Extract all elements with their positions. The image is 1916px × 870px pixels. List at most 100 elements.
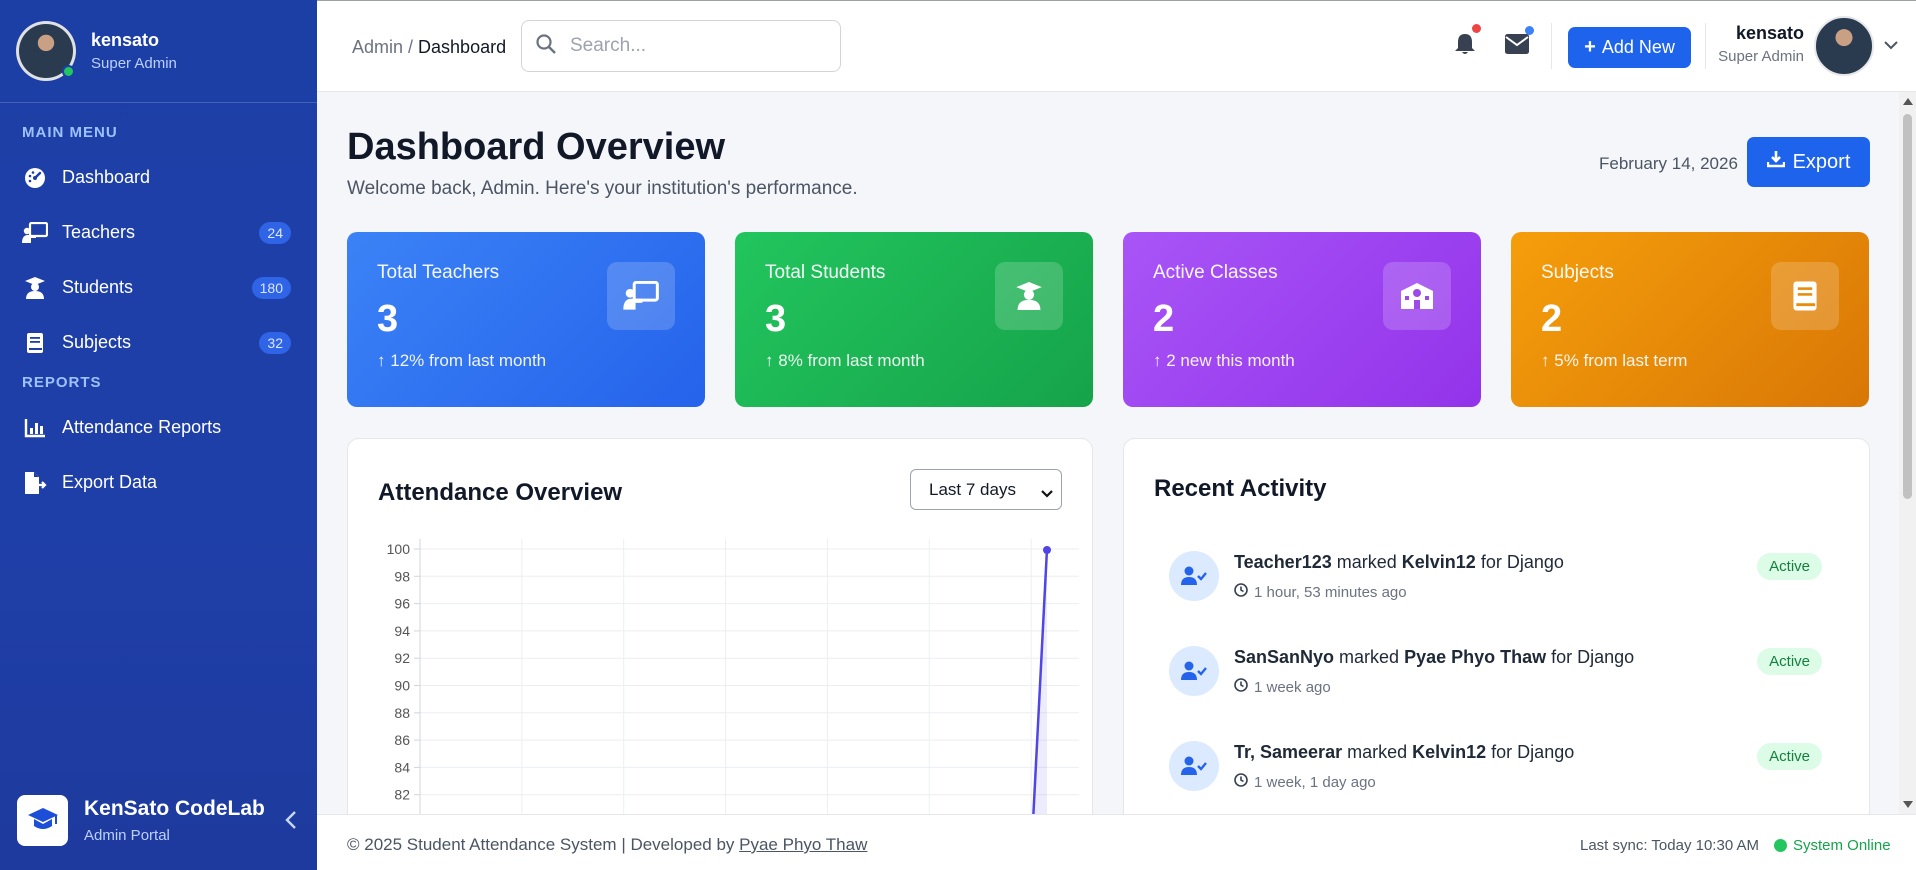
arrow-up-icon: ↑ <box>765 351 779 370</box>
current-date: February 14, 2026 <box>1599 154 1738 173</box>
y-tick-label: 86 <box>394 732 410 748</box>
search-icon <box>536 33 556 59</box>
attendance-title: Attendance Overview <box>378 479 623 506</box>
reports-heading: REPORTS <box>22 374 102 391</box>
sidebar-item-attendance-reports[interactable]: Attendance Reports <box>0 400 317 455</box>
activity-time: 1 week, 1 day ago <box>1234 773 1376 791</box>
sidebar-item-label: Subjects <box>62 332 132 352</box>
add-new-label: Add New <box>1601 37 1675 57</box>
topbar-avatar[interactable] <box>1814 16 1874 76</box>
sidebar-user-name: kensato <box>91 30 160 50</box>
sidebar-item-count: 32 <box>259 331 291 354</box>
y-tick-label: 82 <box>394 787 410 803</box>
footer: © 2025 Student Attendance System | Devel… <box>317 814 1916 870</box>
developer-link[interactable]: Pyae Phyo Thaw <box>739 835 867 854</box>
range-select[interactable]: Last 7 days <box>910 469 1062 510</box>
sidebar-profile[interactable]: kensato Super Admin <box>0 0 317 103</box>
list-item[interactable]: SanSanNyo marked Pyae Phyo Thaw for Djan… <box>1169 642 1822 712</box>
sidebar-item-students[interactable]: Students 180 <box>0 260 317 315</box>
file-export-icon <box>22 470 48 496</box>
topbar: Admin / Dashboard + Add New kensato Supe… <box>317 0 1916 92</box>
book-icon <box>1771 262 1839 330</box>
topbar-user[interactable]: kensato Super Admin <box>1717 23 1804 65</box>
y-tick-label: 96 <box>394 596 410 612</box>
user-check-icon <box>1169 741 1219 791</box>
list-item[interactable]: Teacher123 marked Kelvin12 for Django 1 … <box>1169 547 1822 617</box>
sidebar-item-export-data[interactable]: Export Data <box>0 455 317 510</box>
y-tick-label: 98 <box>394 568 410 584</box>
notifications-bell-icon[interactable] <box>1454 24 1481 61</box>
brand-subtitle: Admin Portal <box>84 826 170 844</box>
clock-icon <box>1234 583 1248 601</box>
breadcrumb: Admin / Dashboard <box>352 37 506 58</box>
stat-card-students[interactable]: Total Students 3 ↑ 8% from last month <box>735 232 1093 407</box>
page-subtitle: Welcome back, Admin. Here's your institu… <box>347 178 858 199</box>
chart-bar-icon <box>22 415 48 441</box>
status-badge: Active <box>1757 743 1822 770</box>
stat-change: ↑ 5% from last term <box>1541 351 1688 370</box>
graduation-cap-logo-icon <box>17 794 68 846</box>
online-status-dot <box>62 65 75 78</box>
status-badge: Active <box>1757 648 1822 675</box>
system-status: System Online <box>1774 837 1891 854</box>
sidebar: kensato Super Admin MAIN MENU Dashboard … <box>0 0 317 870</box>
sidebar-item-subjects[interactable]: Subjects 32 <box>0 315 317 370</box>
stat-card-teachers[interactable]: Total Teachers 3 ↑ 12% from last month <box>347 232 705 407</box>
arrow-up-icon: ↑ <box>377 351 391 370</box>
scroll-down-arrow[interactable] <box>1903 801 1913 808</box>
y-tick-label: 94 <box>394 623 410 639</box>
stat-card-subjects[interactable]: Subjects 2 ↑ 5% from last term <box>1511 232 1869 407</box>
stat-change: ↑ 12% from last month <box>377 351 547 370</box>
range-select-value: Last 7 days <box>929 479 1016 499</box>
export-button[interactable]: Export <box>1747 137 1870 187</box>
divider <box>1551 23 1552 69</box>
sidebar-item-teachers[interactable]: Teachers 24 <box>0 205 317 260</box>
main-content: Dashboard Overview Welcome back, Admin. … <box>317 92 1899 814</box>
collapse-sidebar-icon[interactable] <box>285 810 297 835</box>
avatar <box>16 21 76 81</box>
chevron-down-icon <box>1041 484 1053 504</box>
chalkboard-teacher-icon <box>22 220 48 246</box>
arrow-up-icon: ↑ <box>1541 351 1555 370</box>
scrollbar-thumb[interactable] <box>1903 114 1912 499</box>
y-tick-label: 88 <box>394 705 410 721</box>
page-scrollbar[interactable] <box>1899 92 1916 814</box>
activity-time: 1 week ago <box>1234 678 1331 696</box>
main-menu-heading: MAIN MENU <box>22 124 118 141</box>
notification-dot <box>1472 24 1481 33</box>
search-input[interactable] <box>570 35 810 57</box>
search-box[interactable] <box>521 20 841 72</box>
graduate-icon <box>22 275 48 301</box>
clock-icon <box>1234 773 1248 791</box>
stat-change: ↑ 2 new this month <box>1153 351 1295 370</box>
download-icon <box>1766 150 1785 174</box>
stat-card-classes[interactable]: Active Classes 2 ↑ 2 new this month <box>1123 232 1481 407</box>
topbar-user-name: kensato <box>1735 23 1804 43</box>
add-new-button[interactable]: + Add New <box>1568 27 1691 68</box>
last-sync: Last sync: Today 10:30 AM <box>1580 837 1759 854</box>
scroll-up-arrow[interactable] <box>1903 98 1913 105</box>
y-tick-label: 100 <box>387 541 411 557</box>
sidebar-item-label: Attendance Reports <box>62 417 222 437</box>
y-tick-label: 92 <box>394 650 410 666</box>
book-icon <box>22 330 48 356</box>
activity-text: SanSanNyo marked Pyae Phyo Thaw for Djan… <box>1234 647 1635 667</box>
clock-icon <box>1234 678 1248 696</box>
message-dot <box>1525 26 1534 35</box>
gauge-icon <box>22 165 48 191</box>
attendance-panel: Attendance Overview Last 7 days 100 98 96 9… <box>347 438 1093 814</box>
y-tick-label: 84 <box>394 759 410 775</box>
brand-name: KenSato CodeLab <box>84 796 265 820</box>
sidebar-item-label: Teachers <box>62 222 136 242</box>
plus-icon: + <box>1584 36 1596 58</box>
list-item[interactable]: Tr, Sameerar marked Kelvin12 for Django … <box>1169 737 1822 807</box>
chalkboard-teacher-icon <box>607 262 675 330</box>
attendance-line-chart: 100 98 96 94 92 90 88 86 84 82 <box>387 539 1079 814</box>
breadcrumb-root[interactable]: Admin / <box>352 37 418 57</box>
messages-envelope-icon[interactable] <box>1505 26 1534 59</box>
sidebar-item-dashboard[interactable]: Dashboard <box>0 150 317 205</box>
user-check-icon <box>1169 551 1219 601</box>
stat-change: ↑ 8% from last month <box>765 351 925 370</box>
chevron-down-icon[interactable] <box>1884 37 1898 55</box>
topbar-user-role: Super Admin <box>1718 48 1804 65</box>
